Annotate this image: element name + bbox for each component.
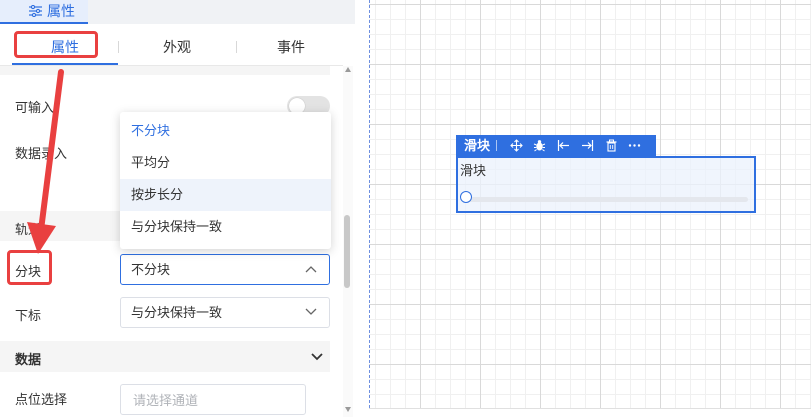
widget-toolbar: 滑块 <box>456 135 656 156</box>
slider-thumb[interactable] <box>460 191 472 203</box>
slider-track[interactable] <box>466 197 748 202</box>
move-icon[interactable] <box>510 139 523 152</box>
xiabiao-select-value: 与分块保持一致 <box>131 305 223 320</box>
dropdown-option[interactable]: 不分块 <box>120 115 331 147</box>
trash-icon[interactable] <box>605 139 618 152</box>
xiabiao-select[interactable]: 与分块保持一致 <box>120 297 330 328</box>
bug-icon[interactable] <box>533 139 546 152</box>
scroll-down-arrow-icon[interactable] <box>345 407 351 412</box>
chevron-down-icon <box>311 353 323 361</box>
toolbar-divider <box>496 140 497 151</box>
channel-select-input[interactable]: 请选择通道 <box>120 384 306 415</box>
scroll-up-arrow-icon[interactable] <box>345 67 351 72</box>
inputable-label: 可输入 <box>15 100 55 115</box>
canvas-guide-line <box>369 0 370 408</box>
data-entry-label: 数据录入 <box>15 146 68 161</box>
annotation-highlight-field <box>7 250 52 285</box>
align-right-icon[interactable] <box>581 139 594 152</box>
chevron-down-icon <box>305 308 317 315</box>
fenkuai-select[interactable]: 不分块 <box>120 254 330 285</box>
tab-events[interactable]: 事件 <box>236 30 346 64</box>
properties-panel: 属性 属性 外观 事件 可输入 数据录入 轨道 分块 不分块 下标 与分块保持一… <box>0 0 355 417</box>
dropdown-option[interactable]: 与分块保持一致 <box>120 211 331 243</box>
data-section-title: 数据 <box>15 352 42 367</box>
fenkuai-select-value: 不分块 <box>131 262 171 277</box>
scrollbar-thumb[interactable] <box>344 215 350 288</box>
xiabiao-label: 下标 <box>15 308 42 323</box>
slider-widget-label: 滑块 <box>460 163 487 178</box>
dropdown-option[interactable]: 平均分 <box>120 147 331 179</box>
channel-placeholder: 请选择通道 <box>133 393 199 408</box>
dropdown-option[interactable]: 按步长分 <box>120 179 331 211</box>
canvas-gutter <box>355 0 369 417</box>
section-header <box>0 66 330 75</box>
point-select-label: 点位选择 <box>15 392 68 407</box>
track-section-title: 轨道 <box>15 222 42 237</box>
widget-name: 滑块 <box>464 138 491 153</box>
panel-tab-bar: 属性 <box>0 0 355 24</box>
panel-tab-properties[interactable]: 属性 <box>0 0 88 24</box>
more-icon[interactable] <box>628 139 641 152</box>
fenkuai-dropdown: 不分块 平均分 按步长分 与分块保持一致 <box>120 112 331 249</box>
sliders-icon <box>29 5 42 17</box>
slider-widget[interactable]: 滑块 <box>456 156 756 213</box>
chevron-up-icon <box>305 266 317 273</box>
annotation-highlight-tab <box>14 31 98 58</box>
tab-appearance[interactable]: 外观 <box>118 30 236 64</box>
panel-tab-label: 属性 <box>47 3 75 19</box>
data-section-header[interactable]: 数据 <box>0 341 330 372</box>
align-left-icon[interactable] <box>557 139 570 152</box>
